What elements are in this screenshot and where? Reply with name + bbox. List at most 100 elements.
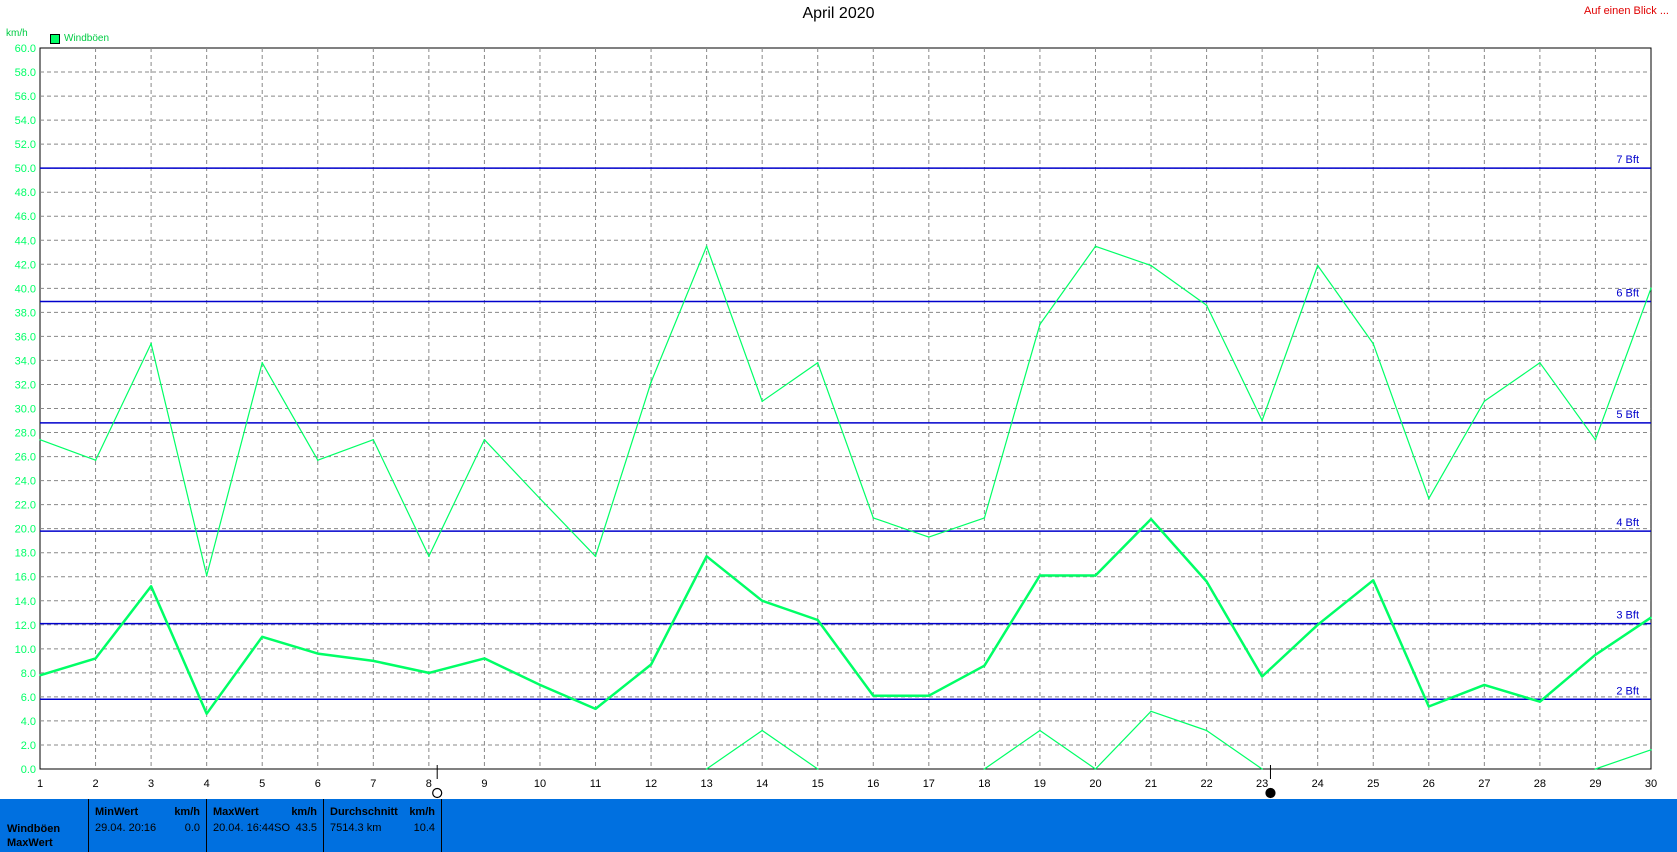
data-point-mean — [483, 657, 486, 660]
x-tick-label: 26 — [1423, 778, 1435, 790]
data-point-max — [94, 459, 97, 461]
data-point-min — [1594, 768, 1597, 770]
y-tick-label: 32.0 — [15, 379, 36, 391]
data-point-max — [1594, 438, 1597, 441]
data-point-min — [816, 768, 819, 770]
x-tick-label: 24 — [1312, 778, 1324, 790]
data-point-mean — [594, 708, 597, 710]
data-point-max — [872, 517, 875, 519]
y-tick-label: 6.0 — [21, 692, 36, 704]
data-point-mean — [316, 652, 319, 655]
data-point-mean — [1094, 574, 1097, 577]
data-point-mean — [1539, 700, 1541, 703]
y-tick-label: 8.0 — [21, 668, 36, 680]
y-tick-label: 40.0 — [15, 283, 36, 295]
average-detail: 7514.3 km — [330, 822, 382, 834]
data-point-min — [761, 729, 763, 732]
x-tick-label: 7 — [370, 778, 376, 790]
max-unit: km/h — [291, 806, 317, 818]
y-tick-label: 2.0 — [21, 740, 36, 752]
max-detail: 20.04. 16:44SO — [213, 822, 291, 834]
x-tick-label: 5 — [259, 778, 265, 790]
y-tick-label: 52.0 — [15, 139, 36, 151]
data-point-max — [1483, 400, 1486, 403]
min-header: MinWert — [95, 806, 139, 818]
x-tick-label: 4 — [204, 778, 210, 790]
data-point-max — [983, 517, 986, 519]
data-point-min — [1205, 729, 1208, 732]
data-point-min — [1150, 710, 1152, 713]
y-tick-label: 14.0 — [15, 596, 36, 608]
y-tick-label: 16.0 — [15, 572, 36, 584]
x-tick-label: 27 — [1478, 778, 1490, 790]
y-tick-label: 22.0 — [15, 500, 36, 512]
wind-gust-chart: 0.0 2.0 4.0 6.0 8.0 10.0 12.0 14.0 16.0 18.0 20.0 2… — [15, 43, 1657, 799]
data-point-mean — [928, 694, 930, 697]
y-tick-label: 48.0 — [15, 187, 36, 199]
x-tick-label: 20 — [1089, 778, 1101, 790]
x-tick-label: 8 — [426, 778, 432, 790]
data-point-mean — [205, 712, 208, 715]
max-value-panel: MaxWert km/h 20.04. 16:44SO 43.5 — [206, 799, 323, 852]
y-tick-label: 10.0 — [15, 644, 36, 656]
data-point-max — [150, 342, 152, 345]
data-point-max — [539, 497, 541, 500]
y-tick-label: 38.0 — [15, 307, 36, 319]
data-point-mean — [1205, 580, 1208, 583]
data-point-mean — [372, 660, 375, 662]
x-tick-label: 14 — [756, 778, 768, 790]
average-header: Durchschnitt — [330, 806, 398, 818]
y-tick-label: 60.0 — [15, 43, 36, 55]
data-point-max — [261, 362, 264, 364]
data-point-mean — [761, 599, 763, 602]
data-point-mean — [983, 664, 986, 667]
x-tick-label: 13 — [700, 778, 712, 790]
data-point-mean — [1594, 654, 1597, 656]
data-point-max — [1316, 264, 1319, 267]
data-point-mean — [539, 684, 541, 686]
y-tick-label: 34.0 — [15, 355, 36, 367]
data-point-max — [650, 381, 652, 383]
x-tick-label: 30 — [1645, 778, 1657, 790]
y-tick-label: 4.0 — [21, 716, 36, 728]
data-point-mean — [1427, 705, 1430, 708]
average-panel: Durchschnitt km/h 7514.3 km 10.4 — [323, 799, 442, 852]
footer-row-labels: Windböen MaxWert — [0, 799, 88, 852]
x-tick-label: 12 — [645, 778, 657, 790]
beaufort-label: 7 Bft — [1616, 154, 1639, 166]
data-point-mean — [816, 619, 819, 621]
x-tick-label: 19 — [1034, 778, 1046, 790]
data-point-mean — [94, 657, 97, 660]
x-tick-label: 16 — [867, 778, 879, 790]
data-point-mean — [650, 663, 652, 666]
x-tick-label: 6 — [315, 778, 321, 790]
data-point-mean — [1483, 684, 1486, 686]
data-point-max — [205, 574, 208, 577]
max-value: 43.5 — [295, 822, 317, 834]
data-point-max — [1205, 304, 1208, 306]
data-point-max — [816, 362, 819, 364]
x-tick-label: 3 — [148, 778, 154, 790]
data-point-mean — [705, 555, 708, 558]
x-tick-label: 9 — [481, 778, 487, 790]
x-tick-label: 11 — [590, 778, 601, 790]
x-tick-label: 2 — [92, 778, 98, 790]
min-value: 0.0 — [184, 822, 200, 834]
average-unit: km/h — [409, 806, 435, 818]
data-point-mean — [1039, 574, 1041, 577]
data-point-mean — [1316, 624, 1319, 626]
y-tick-label: 50.0 — [15, 163, 36, 175]
data-point-mean — [261, 636, 264, 638]
data-point-max — [428, 555, 430, 558]
x-tick-label: 22 — [1200, 778, 1212, 790]
data-point-max — [372, 438, 375, 441]
footer-row-label-series: Windböen — [7, 823, 61, 835]
x-tick-label: 23 — [1256, 778, 1268, 790]
data-point-mean — [1150, 518, 1152, 520]
min-value-panel: MinWert km/h 29.04. 20:16 0.0 — [88, 799, 206, 852]
data-point-min — [1039, 729, 1041, 732]
data-point-mean — [428, 672, 430, 674]
min-detail: 29.04. 20:16 — [95, 822, 157, 834]
beaufort-label: 3 Bft — [1616, 610, 1639, 622]
y-tick-label: 58.0 — [15, 67, 36, 79]
